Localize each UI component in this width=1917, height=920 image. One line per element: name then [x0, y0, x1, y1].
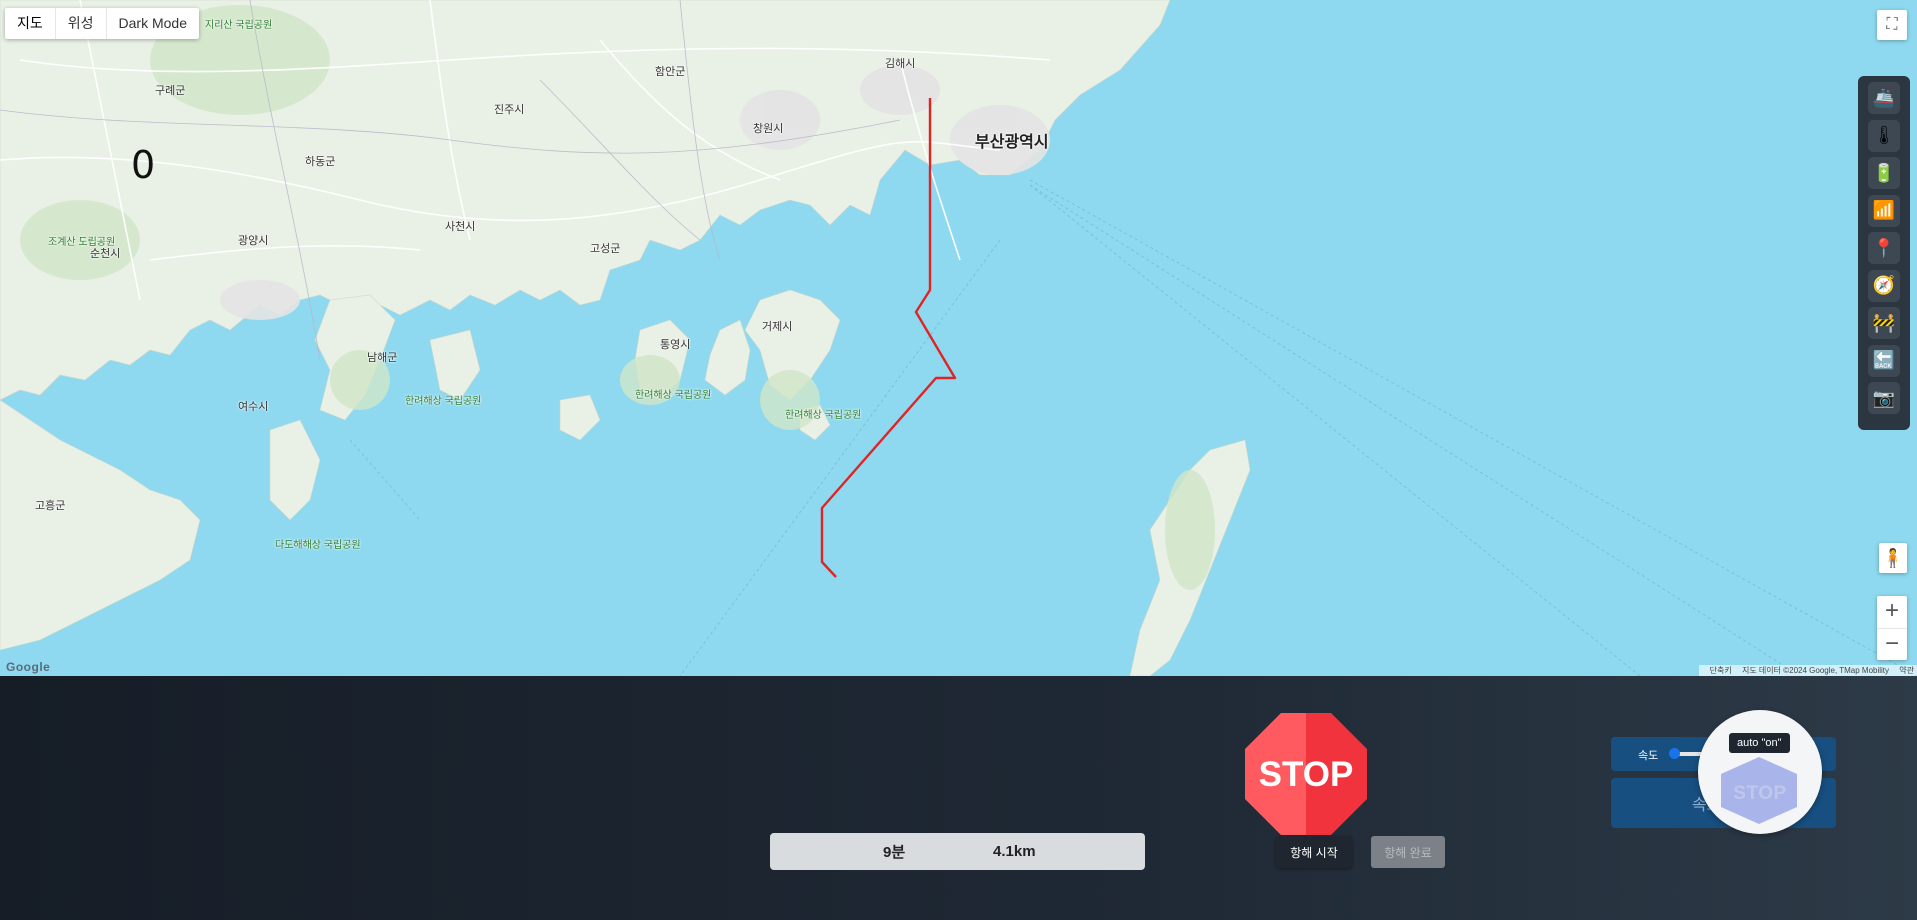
zoom-out-button[interactable]: − [1877, 628, 1907, 660]
complete-voyage-button[interactable]: 항해 완료 [1371, 836, 1445, 868]
city-label: 김해시 [885, 58, 916, 70]
ship-icon[interactable]: 🚢 [1868, 82, 1900, 114]
park-label: 한려해상 국립공원 [635, 390, 712, 401]
map-type-dark-mode[interactable]: Dark Mode [105, 8, 199, 39]
city-label: 거제시 [762, 321, 793, 333]
map-overlay-value: 0 [131, 143, 156, 187]
start-voyage-button[interactable]: 항해 시작 [1276, 836, 1352, 868]
auto-mode-tooltip: auto "on" [1729, 733, 1790, 753]
city-label: 고흥군 [35, 500, 66, 512]
map-type-control: 지도 위성 Dark Mode [5, 8, 199, 39]
google-logo: Google [6, 660, 51, 674]
city-label: 통영시 [660, 339, 691, 351]
map-canvas [0, 0, 1917, 676]
stop-label: STOP [1259, 755, 1354, 794]
pin-icon[interactable]: 📍 [1868, 232, 1900, 264]
park-label: 한려해상 국립공원 [785, 410, 862, 421]
city-label: 구례군 [155, 85, 186, 97]
city-label: 창원시 [753, 123, 784, 135]
map-attribution: 단축키 지도 데이터 ©2024 Google, TMap Mobility 약… [1698, 665, 1917, 676]
barrier-icon[interactable]: 🚧 [1868, 307, 1900, 339]
city-label: 고성군 [590, 243, 621, 255]
terms-link[interactable]: 약관 [1899, 666, 1914, 675]
back-icon[interactable]: 🔙 [1868, 344, 1900, 377]
city-label: 사천시 [445, 221, 476, 233]
park-label: 다도해해상 국립공원 [275, 540, 361, 551]
map-type-satellite[interactable]: 위성 [54, 8, 106, 39]
park-label: 지리산 국립공원 [205, 20, 273, 31]
zoom-in-button[interactable]: + [1877, 596, 1907, 628]
trip-info-bar: 9분 4.1km [770, 833, 1145, 870]
park-label: 한려해상 국립공원 [405, 396, 482, 407]
remaining-distance: 4.1km [993, 843, 1036, 860]
speed-label: 속도 [1638, 750, 1659, 762]
keyboard-shortcuts-link[interactable]: 단축키 [1710, 666, 1732, 675]
map-data-text: 지도 데이터 ©2024 Google, TMap Mobility [1741, 666, 1890, 675]
city-label: 함안군 [655, 66, 686, 78]
signal-icon[interactable]: 📶 [1868, 194, 1900, 227]
auto-stop-label: STOP [1733, 783, 1787, 804]
city-label: 부산광역시 [975, 134, 1049, 151]
city-label: 진주시 [494, 104, 525, 116]
side-toolbar: 🚢 🌡 🔋 📶 📍 🧭 🚧 🔙 📷 [1858, 76, 1910, 430]
stop-button[interactable]: STOP [1245, 713, 1367, 835]
camera-icon[interactable]: 📷 [1868, 382, 1900, 414]
park-label: 조계산 도립공원 [48, 237, 116, 248]
fullscreen-button[interactable]: ⛶ [1877, 10, 1907, 40]
city-label: 남해군 [367, 352, 398, 364]
compass-icon[interactable]: 🧭 [1868, 269, 1900, 302]
map-view[interactable]: 지도 위성 Dark Mode 0 부산광역시 김해시 창원시 진주시 거제시 … [0, 0, 1917, 676]
eta-time: 9분 [883, 844, 906, 861]
auto-mode-toggle[interactable]: STOP [1698, 710, 1822, 834]
pegman-icon: 🧍 [1881, 547, 1905, 568]
thermometer-icon[interactable]: 🌡 [1868, 119, 1900, 152]
fullscreen-icon: ⛶ [1886, 16, 1898, 33]
city-label: 광양시 [238, 235, 269, 247]
street-view-button[interactable]: 🧍 [1879, 543, 1907, 573]
battery-icon[interactable]: 🔋 [1868, 157, 1900, 189]
city-label: 하동군 [305, 156, 336, 168]
map-type-map[interactable]: 지도 [5, 8, 55, 39]
zoom-control: + − [1877, 596, 1907, 660]
city-label: 여수시 [238, 401, 269, 413]
speed-slider-handle[interactable] [1669, 748, 1680, 759]
